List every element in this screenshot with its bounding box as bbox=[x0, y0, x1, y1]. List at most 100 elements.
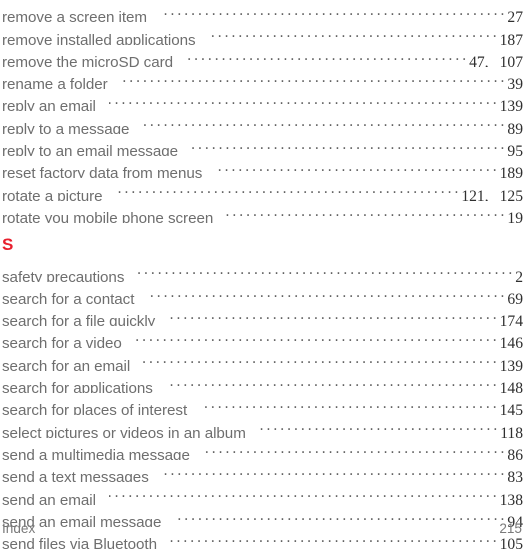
index-entry-list: remove a screen item27remove installed a… bbox=[0, 0, 524, 549]
index-entry-label: rotate a picture bbox=[2, 187, 103, 201]
page-number-ref[interactable]: 146 bbox=[500, 333, 523, 348]
index-entry-label: reset factory data from menus bbox=[2, 165, 203, 179]
page-number-ref[interactable]: 189 bbox=[500, 163, 523, 178]
index-entry-page-numbers[interactable]: 145 bbox=[500, 400, 524, 415]
dot-leader bbox=[137, 259, 515, 281]
index-entry[interactable]: rename a folder 39 bbox=[0, 67, 524, 89]
dot-leader bbox=[226, 201, 507, 223]
index-entry-page-numbers[interactable]: 146 bbox=[500, 333, 524, 348]
index-entry-label: safety precautions bbox=[2, 268, 125, 282]
dot-leader bbox=[143, 348, 499, 370]
index-entry[interactable]: rotate you mobile phone screen 19 bbox=[0, 201, 524, 223]
dot-leader bbox=[116, 178, 462, 200]
index-entry[interactable]: search for an email 139 bbox=[0, 348, 524, 370]
index-entry-page-numbers[interactable]: 2 bbox=[515, 267, 524, 282]
index-entry-label: search for an email bbox=[2, 357, 131, 371]
index-entry[interactable]: reply to an email message 95 bbox=[0, 134, 524, 156]
section-heading-letter: S bbox=[2, 234, 14, 254]
dot-leader bbox=[166, 371, 500, 393]
dot-leader bbox=[109, 89, 500, 111]
index-entry-label: search for a video bbox=[2, 335, 122, 349]
index-entry[interactable]: select pictures or videos in an album 118 bbox=[0, 415, 524, 437]
page-number-ref[interactable]: 47, bbox=[469, 52, 489, 67]
index-entry-page-numbers[interactable]: 174 bbox=[500, 311, 524, 326]
index-entry[interactable]: send a text messages 83 bbox=[0, 460, 524, 482]
index-entry-label: search for a file quickly bbox=[2, 313, 156, 327]
index-entry-page-numbers[interactable]: 47, 107 bbox=[469, 52, 524, 67]
index-entry-page-numbers[interactable]: 139 bbox=[500, 96, 524, 111]
page-number-ref[interactable]: 118 bbox=[500, 423, 523, 438]
index-entry-page-numbers[interactable]: 121, 125 bbox=[461, 186, 524, 201]
page-number-ref[interactable]: 19 bbox=[507, 208, 523, 223]
page-number-ref[interactable]: 174 bbox=[500, 311, 523, 326]
page-number-ref[interactable]: 83 bbox=[507, 467, 523, 482]
index-entry-label: remove installed applications bbox=[2, 31, 196, 45]
index-entry-page-numbers[interactable]: 39 bbox=[507, 74, 524, 89]
index-entry-page-numbers[interactable]: 69 bbox=[507, 289, 524, 304]
index-entry-page-numbers[interactable]: 83 bbox=[507, 467, 524, 482]
index-entry-label: reply to a message bbox=[2, 120, 130, 134]
index-entry-label: search for applications bbox=[2, 380, 153, 394]
index-entry-label: search for places of interest bbox=[2, 402, 188, 416]
dot-leader bbox=[147, 282, 507, 304]
index-entry-label: send a multimedia message bbox=[2, 446, 190, 460]
index-entry[interactable]: reply an email 139 bbox=[0, 89, 524, 111]
index-entry[interactable]: send an email 138 bbox=[0, 482, 524, 504]
page-number-ref[interactable]: 187 bbox=[500, 30, 523, 45]
index-entry-page-numbers[interactable]: 118 bbox=[500, 423, 524, 438]
page-number-ref[interactable]: 69 bbox=[507, 289, 523, 304]
index-entry-page-numbers[interactable]: 19 bbox=[507, 208, 524, 223]
index-page: remove a screen item27remove installed a… bbox=[0, 0, 524, 549]
dot-leader bbox=[259, 415, 500, 437]
index-entry-page-numbers[interactable]: 95 bbox=[507, 141, 524, 156]
index-entry-page-numbers[interactable]: 27 bbox=[507, 7, 524, 22]
page-number-ref[interactable]: 107 bbox=[500, 52, 523, 67]
page-number-ref[interactable]: 139 bbox=[500, 356, 523, 371]
dot-leader bbox=[191, 134, 507, 156]
page-number-ref[interactable]: 95 bbox=[507, 141, 523, 156]
index-entry[interactable]: remove installed applications 187 bbox=[0, 22, 524, 44]
page-footer: Index 215 bbox=[0, 521, 524, 536]
index-entry-page-numbers[interactable]: 86 bbox=[507, 445, 524, 460]
footer-section-label: Index bbox=[2, 521, 36, 536]
page-number-ref[interactable]: 89 bbox=[507, 119, 523, 134]
index-entry[interactable]: search for a file quickly 174 bbox=[0, 304, 524, 326]
page-number-ref[interactable]: 145 bbox=[500, 400, 523, 415]
page-number-ref[interactable]: 2 bbox=[515, 267, 523, 282]
page-number-ref[interactable]: 138 bbox=[500, 490, 523, 505]
page-number-ref[interactable]: 27 bbox=[507, 7, 523, 22]
dot-leader bbox=[162, 460, 508, 482]
index-entry[interactable]: search for a contact 69 bbox=[0, 282, 524, 304]
index-entry[interactable]: safety precautions 2 bbox=[0, 259, 524, 281]
index-entry-page-numbers[interactable]: 138 bbox=[500, 490, 524, 505]
index-entry[interactable]: reply to a message 89 bbox=[0, 111, 524, 133]
page-number-ref[interactable]: 121, bbox=[461, 186, 488, 201]
index-entry-page-numbers[interactable]: 189 bbox=[500, 163, 524, 178]
page-number-ref[interactable]: 86 bbox=[507, 445, 523, 460]
dot-leader bbox=[121, 67, 508, 89]
index-entry[interactable]: search for a video 146 bbox=[0, 326, 524, 348]
index-entry[interactable]: search for places of interest 145 bbox=[0, 393, 524, 415]
index-entry[interactable]: remove a screen item 27 bbox=[0, 0, 524, 22]
index-entry[interactable]: remove the microSD card 47, 107 bbox=[0, 45, 524, 67]
index-entry-page-numbers[interactable]: 187 bbox=[500, 30, 524, 45]
index-entry-page-numbers[interactable]: 148 bbox=[500, 378, 524, 393]
index-entry-page-numbers[interactable]: 89 bbox=[507, 119, 524, 134]
index-entry[interactable]: reset factory data from menus 189 bbox=[0, 156, 524, 178]
index-entry-label: reply an email bbox=[2, 98, 96, 112]
dot-leader bbox=[135, 326, 500, 348]
footer-page-number: 215 bbox=[499, 521, 522, 536]
page-number-ref[interactable]: 125 bbox=[500, 186, 523, 201]
index-entry-page-numbers[interactable]: 139 bbox=[500, 356, 524, 371]
dot-leader bbox=[160, 0, 507, 22]
index-entry[interactable]: search for applications 148 bbox=[0, 371, 524, 393]
index-entry[interactable]: send a multimedia message 86 bbox=[0, 438, 524, 460]
page-number-ref[interactable]: 39 bbox=[507, 74, 523, 89]
index-entry[interactable]: rotate a picture 121, 125 bbox=[0, 178, 524, 200]
page-number-ref[interactable]: 148 bbox=[500, 378, 523, 393]
index-entry-label: select pictures or videos in an album bbox=[2, 424, 246, 438]
page-number-ref[interactable]: 139 bbox=[500, 96, 523, 111]
index-entry-label: remove a screen item bbox=[2, 9, 148, 23]
index-entry-label: rename a folder bbox=[2, 76, 108, 90]
